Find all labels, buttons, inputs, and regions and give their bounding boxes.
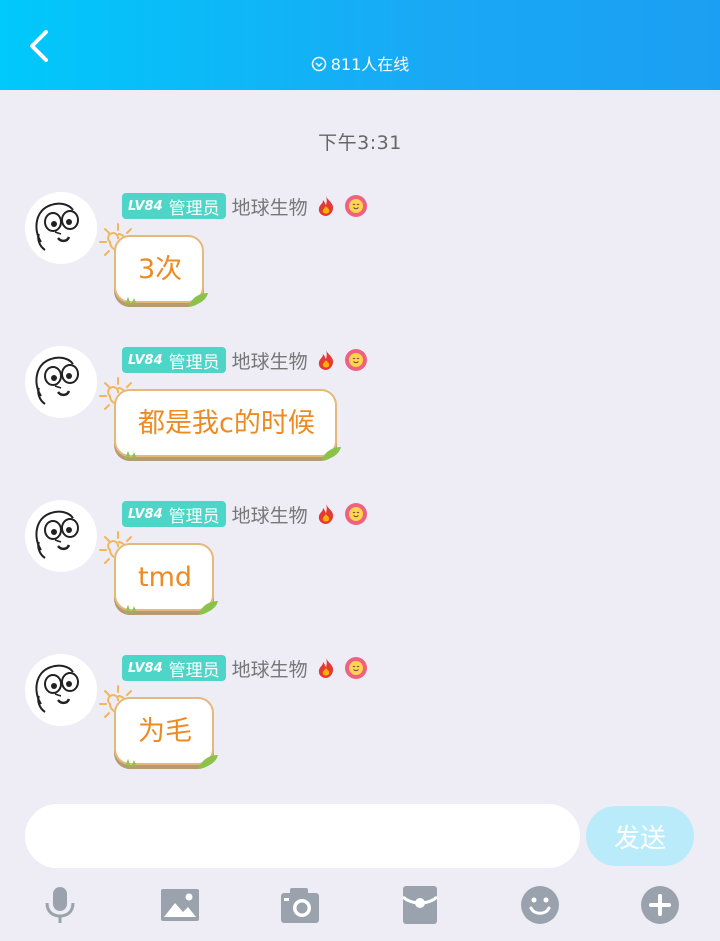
role-text: 管理员	[168, 198, 220, 219]
image-icon[interactable]	[160, 885, 200, 925]
flower-emoji-icon	[344, 657, 367, 679]
role-text: 管理员	[168, 352, 220, 373]
rage-face-avatar-icon	[25, 654, 97, 726]
online-check-icon	[311, 56, 326, 72]
sender-name[interactable]: 地球生物	[232, 347, 308, 374]
grass-decoration-icon	[125, 759, 137, 767]
message-text: 都是我c的时候	[138, 408, 315, 439]
leaf-decoration-icon	[188, 293, 209, 307]
input-bar: 发送	[0, 790, 720, 941]
flower-emoji-icon	[344, 195, 367, 217]
message-bubble[interactable]: 都是我c的时候	[114, 389, 341, 461]
level-text: LV84	[128, 198, 163, 214]
chat-message: LV84 管理员 地球生物	[0, 500, 720, 640]
avatar[interactable]	[25, 654, 97, 726]
online-count-text: 811人在线	[330, 55, 410, 74]
camera-icon[interactable]	[280, 885, 320, 925]
message-meta: LV84 管理员 地球生物	[122, 654, 368, 682]
time-divider: 下午3:31	[318, 132, 402, 154]
send-button[interactable]: 发送	[586, 806, 694, 866]
avatar[interactable]	[25, 192, 97, 264]
message-text: 3次	[138, 254, 183, 285]
level-text: LV84	[128, 660, 163, 676]
avatar[interactable]	[25, 346, 97, 418]
role-text: 管理员	[168, 660, 220, 681]
red-packet-icon[interactable]	[400, 885, 440, 925]
leaf-decoration-icon	[198, 601, 219, 615]
flower-emoji-icon	[344, 503, 367, 525]
message-bubble[interactable]: 3次	[114, 235, 209, 307]
message-meta: LV84 管理员 地球生物	[122, 192, 368, 220]
sender-name[interactable]: 地球生物	[232, 501, 308, 528]
level-badge: LV84 管理员	[122, 655, 226, 681]
flame-icon	[318, 350, 333, 370]
sender-name[interactable]: 地球生物	[232, 193, 308, 220]
level-text: LV84	[128, 352, 163, 368]
level-text: LV84	[128, 506, 163, 522]
rage-face-avatar-icon	[25, 500, 97, 572]
message-input[interactable]	[25, 804, 580, 868]
flower-emoji-icon	[344, 349, 367, 371]
chat-message: LV84 管理员 地球生物	[0, 192, 720, 332]
chat-message: LV84 管理员 地球生物	[0, 654, 720, 794]
role-text: 管理员	[168, 506, 220, 527]
grass-decoration-icon	[125, 451, 137, 459]
chat-header: 811人在线	[0, 0, 720, 90]
microphone-icon[interactable]	[40, 885, 80, 925]
avatar[interactable]	[25, 500, 97, 572]
message-text: tmd	[138, 562, 193, 593]
plus-icon[interactable]	[640, 885, 680, 925]
level-badge: LV84 管理员	[122, 347, 226, 373]
grass-decoration-icon	[125, 605, 137, 613]
leaf-decoration-icon	[198, 755, 218, 769]
rage-face-avatar-icon	[25, 192, 97, 264]
online-count: 811人在线	[0, 55, 720, 75]
flame-icon	[318, 504, 333, 524]
message-bubble[interactable]: tmd	[114, 543, 219, 615]
grass-decoration-icon	[125, 297, 137, 305]
flame-icon	[318, 196, 333, 216]
message-bubble[interactable]: 为毛	[114, 697, 218, 769]
message-meta: LV84 管理员 地球生物	[122, 346, 368, 374]
rage-face-avatar-icon	[25, 346, 97, 418]
level-badge: LV84 管理员	[122, 501, 226, 527]
chat-message: LV84 管理员 地球生物	[0, 346, 720, 486]
emoji-icon[interactable]	[520, 885, 560, 925]
message-meta: LV84 管理员 地球生物	[122, 500, 368, 528]
flame-icon	[318, 658, 333, 678]
sender-name[interactable]: 地球生物	[232, 655, 308, 682]
level-badge: LV84 管理员	[122, 193, 226, 219]
message-text: 为毛	[138, 716, 192, 747]
leaf-decoration-icon	[320, 447, 341, 461]
